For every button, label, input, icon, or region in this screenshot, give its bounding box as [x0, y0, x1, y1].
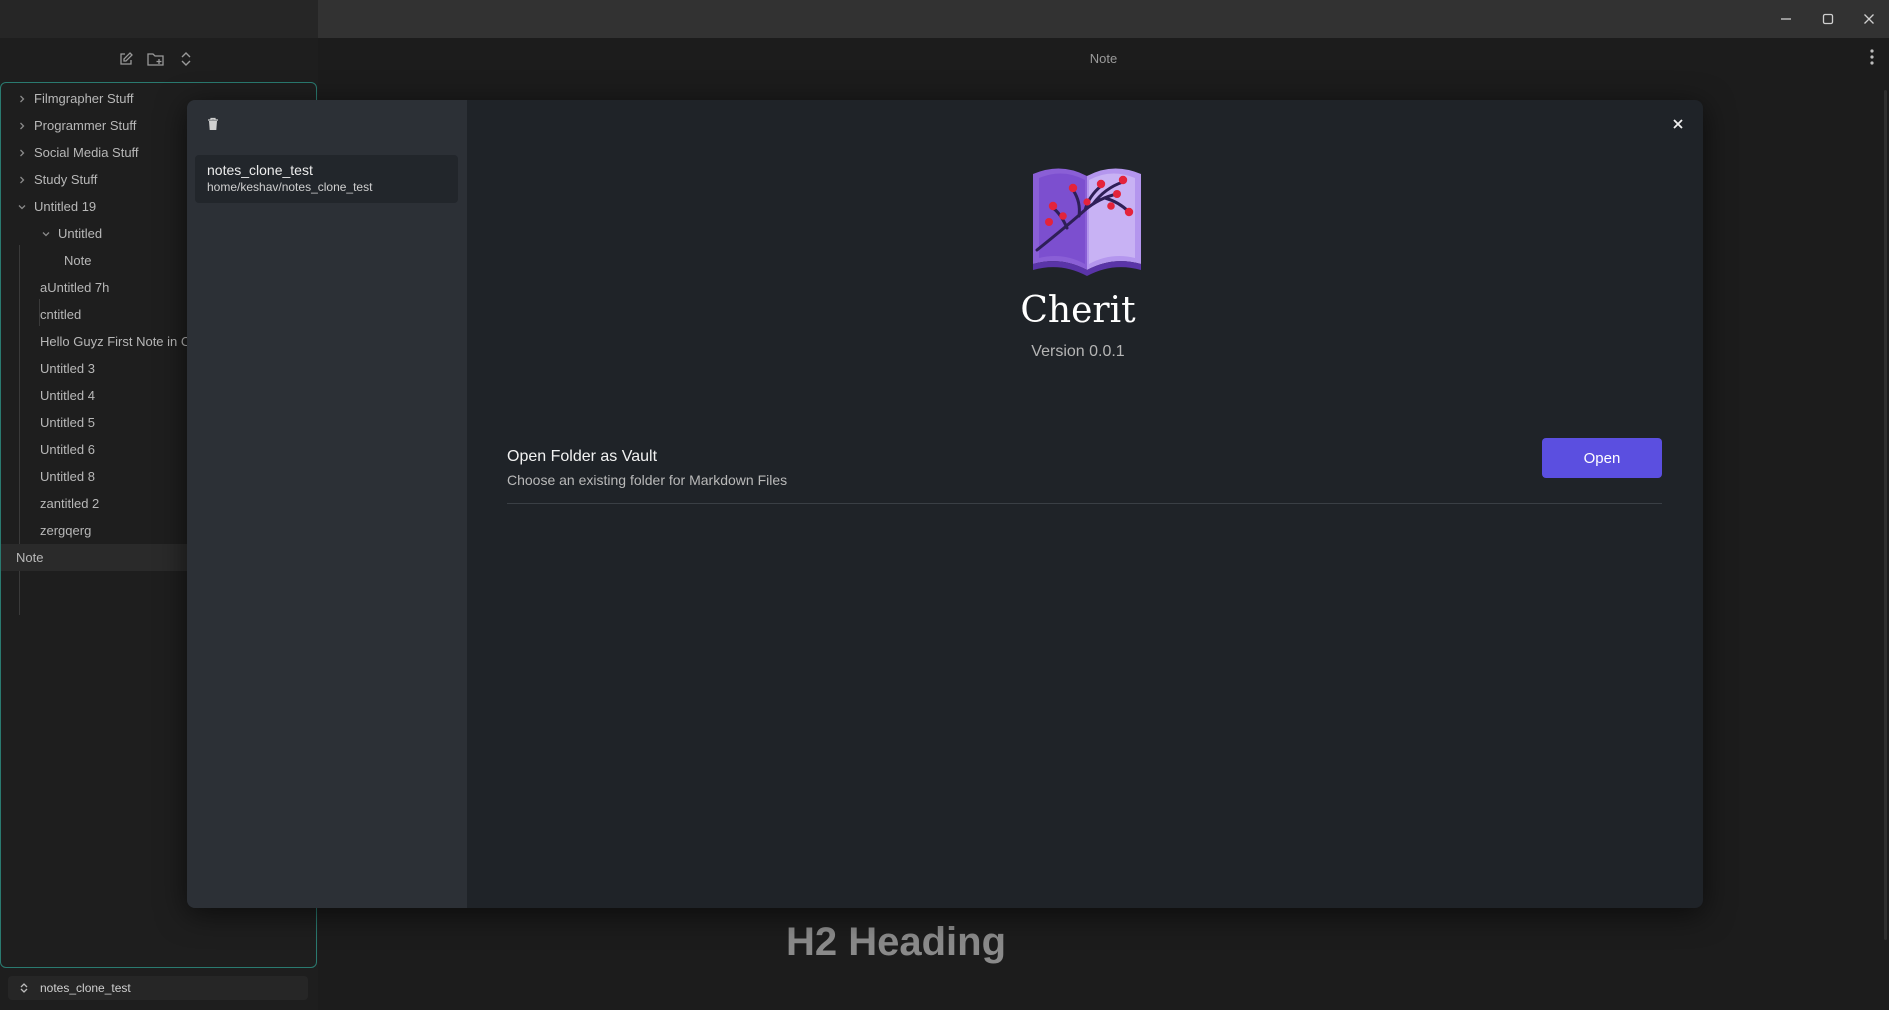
- trash-icon: [208, 117, 218, 130]
- open-folder-button[interactable]: Open: [1542, 438, 1662, 478]
- tree-item-label: Note: [64, 253, 92, 268]
- modal-close-button[interactable]: [1673, 116, 1683, 134]
- vault-list-item[interactable]: notes_clone_test home/keshav/notes_clone…: [195, 155, 458, 203]
- note-title: Note: [1089, 50, 1118, 66]
- tree-item-label: Untitled 5: [40, 415, 95, 430]
- app-logo: [1027, 158, 1147, 281]
- editor-h2-heading: H2 Heading: [786, 920, 1007, 964]
- collapse-all-button[interactable]: [175, 48, 197, 70]
- sidebar-toolbar: [115, 48, 197, 70]
- more-options-button[interactable]: [1869, 48, 1875, 71]
- tree-item-label: Programmer Stuff: [34, 118, 137, 133]
- vault-list-panel: notes_clone_test home/keshav/notes_clone…: [187, 100, 467, 908]
- chevron-right-icon: [15, 146, 29, 160]
- minimize-button[interactable]: [1773, 6, 1799, 32]
- tree-item-label: Study Stuff: [34, 172, 98, 187]
- tree-item-label: Untitled 3: [40, 361, 95, 376]
- window-close-button[interactable]: [1856, 6, 1882, 32]
- app-name: Cherit: [1020, 290, 1136, 331]
- tree-item-label: aUntitled 7h: [40, 280, 110, 295]
- tree-item-label: cntitled: [40, 307, 82, 322]
- tree-item-label: Untitled: [58, 226, 103, 241]
- vault-manager-modal: notes_clone_test home/keshav/notes_clone…: [187, 100, 1703, 908]
- close-icon: [1864, 14, 1874, 24]
- chevron-right-icon: [15, 173, 29, 187]
- new-note-button[interactable]: [115, 48, 137, 70]
- maximize-icon: [1822, 13, 1834, 25]
- tree-item-label: Note: [16, 550, 44, 565]
- chevron-right-icon: [15, 92, 29, 106]
- vault-name: notes_clone_test: [207, 162, 313, 178]
- delete-vault-button[interactable]: [207, 117, 219, 136]
- vault-switcher[interactable]: notes_clone_test: [8, 976, 308, 1000]
- tree-item-label: zergqerg: [40, 523, 92, 538]
- vault-switcher-label: notes_clone_test: [40, 981, 131, 995]
- tree-item-label: Filmgrapher Stuff: [34, 91, 134, 106]
- minimize-icon: [1781, 18, 1791, 20]
- note-title-header: Note: [318, 38, 1889, 78]
- collapse-expand-icon: [181, 52, 191, 66]
- editor-scrollbar[interactable]: [1884, 90, 1887, 940]
- open-folder-section: Open Folder as Vault Choose an existing …: [507, 438, 1662, 504]
- tree-item-label: Social Media Stuff: [34, 145, 139, 160]
- titlebar: [318, 0, 1889, 38]
- vault-path: home/keshav/notes_clone_test: [207, 180, 373, 194]
- chevron-up-down-icon: [20, 983, 28, 993]
- maximize-button[interactable]: [1815, 6, 1841, 32]
- chevron-down-icon: [39, 227, 53, 241]
- tree-item-label: zantitled 2: [40, 496, 100, 511]
- new-folder-icon: [147, 53, 164, 66]
- open-folder-description: Choose an existing folder for Markdown F…: [507, 472, 788, 488]
- open-folder-title: Open Folder as Vault: [507, 448, 658, 465]
- tree-item-label: Hello Guyz First Note in C: [40, 334, 191, 349]
- chevron-down-icon: [15, 200, 29, 214]
- new-folder-button[interactable]: [145, 48, 167, 70]
- new-note-icon: [120, 52, 133, 65]
- tree-item-label: Untitled 8: [40, 469, 95, 484]
- tree-item-label: Untitled 19: [34, 199, 97, 214]
- titlebar-left: [0, 0, 318, 38]
- chevron-right-icon: [15, 119, 29, 133]
- more-vertical-icon: [1870, 49, 1874, 65]
- tree-item-label: Untitled 6: [40, 442, 95, 457]
- app-version: Version 0.0.1: [1031, 343, 1125, 360]
- close-icon: [1673, 119, 1683, 129]
- tree-item-label: Untitled 4: [40, 388, 95, 403]
